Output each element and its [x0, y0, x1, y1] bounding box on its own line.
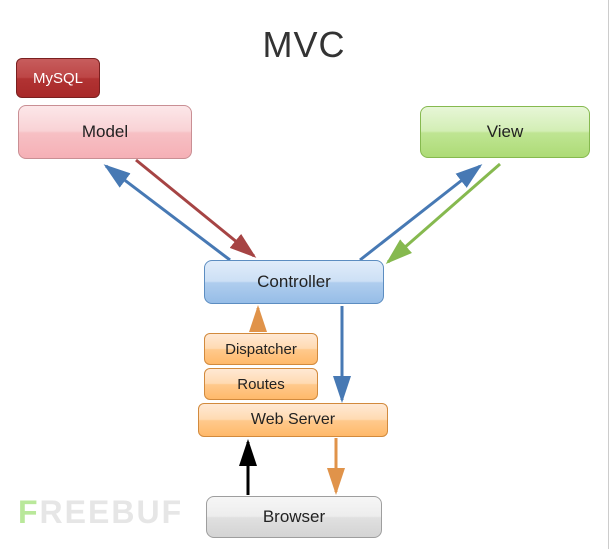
node-webserver: Web Server	[198, 403, 388, 437]
diagram-title: MVC	[263, 24, 346, 66]
node-controller: Controller	[204, 260, 384, 304]
arrow-model-to-controller	[136, 160, 254, 256]
node-dispatcher: Dispatcher	[204, 333, 318, 365]
node-view: View	[420, 106, 590, 158]
arrow-controller-to-view	[360, 166, 480, 260]
arrow-view-to-controller	[388, 164, 500, 262]
arrow-controller-to-model	[106, 166, 230, 260]
watermark-text: FREEBUF	[18, 494, 183, 531]
node-mysql: MySQL	[16, 58, 100, 98]
node-model: Model	[18, 105, 192, 159]
node-routes: Routes	[204, 368, 318, 400]
node-browser: Browser	[206, 496, 382, 538]
